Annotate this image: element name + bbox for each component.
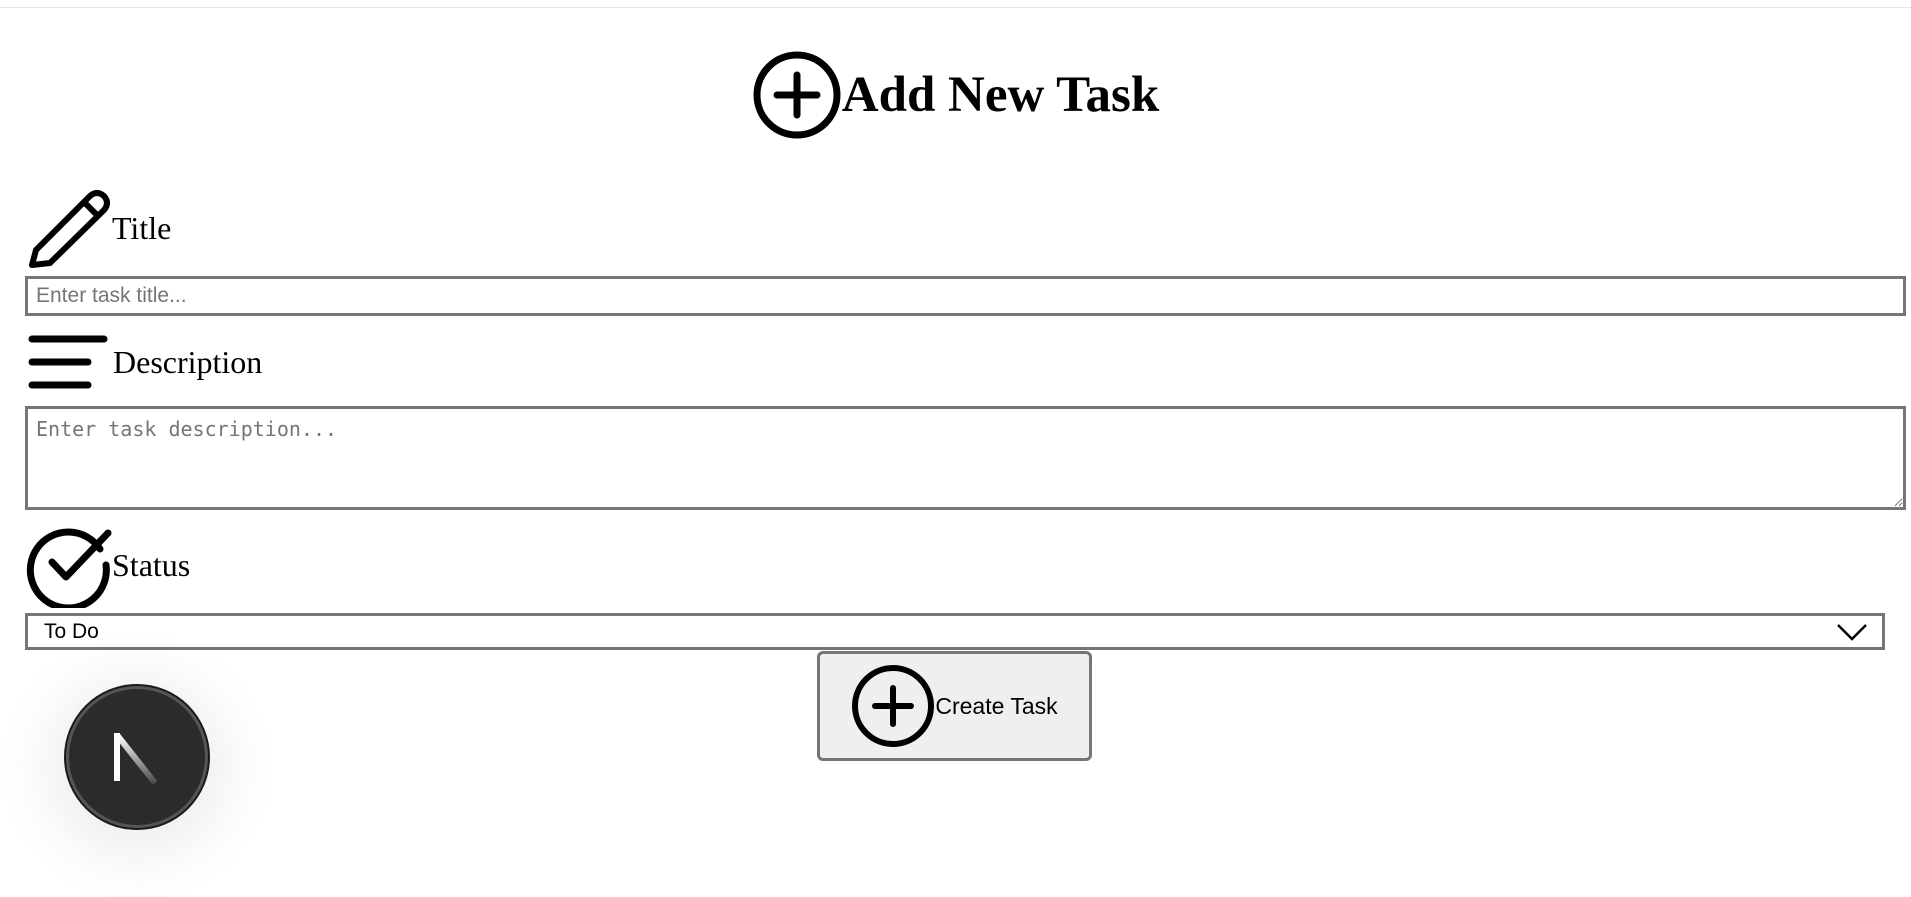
page-heading: Add New Task [0,50,1911,140]
page-title: Add New Task [841,67,1160,123]
nextjs-logo-icon [114,733,158,785]
title-label-text: Title [112,209,172,246]
chevron-down-icon [1837,624,1867,641]
text-lines-icon [28,335,108,389]
title-input[interactable] [25,276,1906,316]
description-textarea[interactable] [25,406,1906,510]
page: Add New Task Title Description Status To… [0,0,1911,897]
create-task-button[interactable]: Create Task [817,651,1092,761]
plus-circle-icon [852,665,935,747]
status-label: Status [26,522,190,608]
title-label: Title [26,186,171,270]
description-label-text: Description [113,343,263,380]
status-label-text: Status [112,546,191,583]
create-task-button-label: Create Task [935,692,1058,719]
pencil-icon [29,190,110,268]
top-divider [0,7,1911,8]
status-select[interactable]: To Do [25,613,1885,650]
description-label: Description [26,332,262,392]
nextjs-dev-indicator[interactable] [66,686,208,828]
check-circle-icon [26,528,112,608]
status-selected-value: To Do [44,619,99,643]
plus-circle-icon [753,51,841,139]
